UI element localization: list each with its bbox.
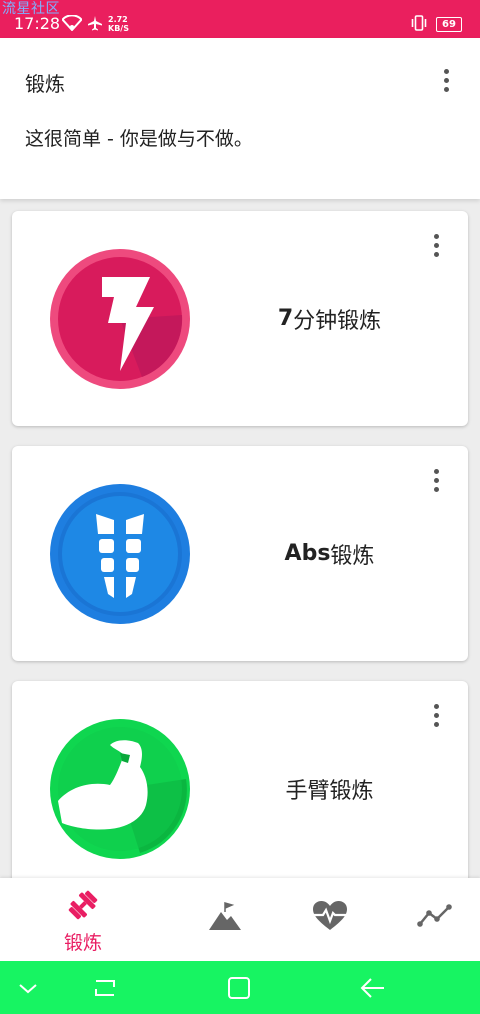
abs-icon [50, 484, 190, 624]
recent-apps-icon[interactable] [90, 973, 120, 1003]
chevron-down-icon[interactable] [13, 973, 43, 1003]
net-speed: 2.72 KB/S [108, 15, 129, 33]
lightning-icon [50, 249, 190, 389]
back-arrow-icon[interactable] [358, 973, 388, 1003]
trend-line-icon [417, 902, 453, 932]
wifi-icon [62, 14, 82, 32]
airplane-icon [87, 14, 103, 32]
status-bar: 流星社区 17:28 2.72 KB/S 69 [0, 0, 480, 38]
nav-item-health[interactable] [280, 878, 380, 961]
workout-label: Abs 锻炼 [232, 446, 427, 661]
overflow-menu-icon[interactable] [436, 64, 456, 96]
system-navigation-bar [0, 961, 480, 1014]
arm-icon [50, 719, 190, 859]
page-title: 锻炼 [25, 72, 65, 96]
nav-item-progress[interactable] [385, 878, 480, 961]
workout-label-bold: 7 [277, 306, 294, 331]
vibrate-icon [410, 14, 428, 32]
workout-label-rest: 手臂锻炼 [285, 778, 374, 804]
net-speed-unit: KB/S [108, 24, 129, 33]
header-card: 锻炼 这很简单 - 你是做与不做。 [0, 38, 480, 199]
workout-label-bold: Abs [284, 541, 331, 566]
nav-item-label: 锻炼 [63, 932, 102, 954]
workout-card-arm[interactable]: 手臂锻炼 [12, 681, 468, 896]
heart-pulse-icon [311, 900, 349, 936]
workout-label-rest: 锻炼 [330, 543, 375, 569]
home-square-icon[interactable] [224, 973, 254, 1003]
workout-card-7min[interactable]: 7 分钟锻炼 [12, 211, 468, 426]
bottom-navigation: 锻炼 [0, 878, 480, 961]
status-time: 17:28 [14, 14, 61, 33]
nav-item-workout[interactable]: 锻炼 [33, 878, 133, 961]
card-overflow-menu-icon[interactable] [426, 464, 446, 496]
card-overflow-menu-icon[interactable] [426, 699, 446, 731]
workout-label: 7 分钟锻炼 [232, 211, 427, 426]
workout-label: 手臂锻炼 [232, 681, 427, 896]
page-subtitle: 这很简单 - 你是做与不做。 [25, 128, 253, 150]
net-speed-value: 2.72 [108, 15, 128, 24]
card-overflow-menu-icon[interactable] [426, 229, 446, 261]
workout-label-rest: 分钟锻炼 [293, 308, 382, 334]
dumbbell-icon [66, 888, 100, 926]
nav-item-goals[interactable] [175, 878, 275, 961]
battery-indicator: 69 [436, 17, 462, 32]
workout-card-abs[interactable]: Abs 锻炼 [12, 446, 468, 661]
mountain-flag-icon [207, 900, 243, 936]
